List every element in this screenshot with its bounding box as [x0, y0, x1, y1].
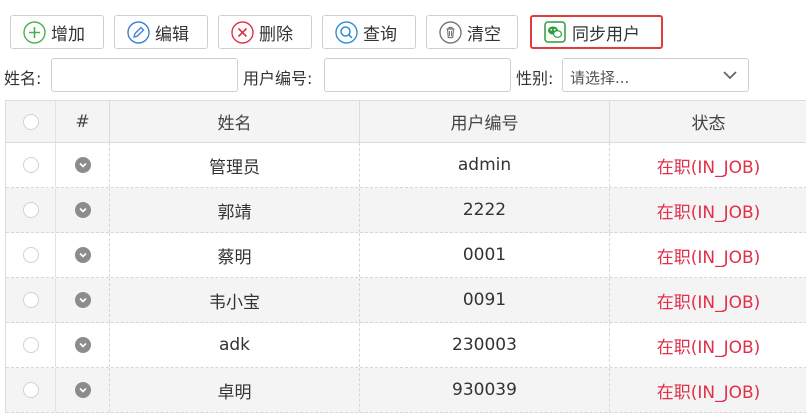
row-code: 0001: [360, 233, 610, 277]
row-select-radio[interactable]: [22, 292, 39, 308]
row-name: 韦小宝: [110, 278, 360, 322]
x-circle-icon: [230, 20, 255, 45]
row-code: 930039: [360, 368, 610, 412]
delete-button-label: 删除: [259, 24, 293, 45]
row-select-cell[interactable]: [6, 278, 56, 322]
grid-header-row: # 姓名 用户编号 状态: [6, 101, 806, 143]
chevron-down-circle-icon[interactable]: [74, 292, 91, 308]
pencil-circle-icon: [126, 20, 151, 45]
row-expand-cell[interactable]: [56, 368, 110, 412]
sync-users-button[interactable]: 同步用户: [530, 15, 663, 49]
magnifier-circle-icon: [334, 20, 359, 45]
row-select-cell[interactable]: [6, 188, 56, 232]
plus-circle-icon: [22, 20, 47, 45]
edit-button-label: 编辑: [155, 24, 189, 45]
query-button-label: 查询: [363, 24, 397, 45]
row-status: 在职(IN_JOB): [656, 247, 761, 268]
chevron-down-icon: [720, 65, 740, 89]
header-status[interactable]: 状态: [610, 101, 806, 142]
row-select-cell[interactable]: [6, 323, 56, 367]
toolbar: 增加 编辑 删除 查询 清空 同步用户: [0, 0, 806, 56]
code-filter-label: 用户编号:: [243, 69, 313, 88]
header-code[interactable]: 用户编号: [360, 101, 610, 142]
row-name: 卓明: [110, 368, 360, 412]
add-button-label: 增加: [51, 24, 85, 45]
chevron-down-circle-icon[interactable]: [74, 247, 91, 263]
clear-button[interactable]: 清空: [426, 15, 518, 49]
filter-bar: 姓名: 用户编号: 性别: 请选择...: [0, 57, 806, 93]
chevron-down-circle-icon[interactable]: [74, 382, 91, 398]
query-button[interactable]: 查询: [322, 15, 416, 49]
row-name: 蔡明: [110, 233, 360, 277]
name-filter-label: 姓名:: [4, 69, 42, 88]
table-row[interactable]: 蔡明 0001 在职(IN_JOB): [6, 233, 806, 278]
table-row[interactable]: 管理员 admin 在职(IN_JOB): [6, 143, 806, 188]
code-filter-input[interactable]: [324, 58, 511, 92]
header-name[interactable]: 姓名: [110, 101, 360, 142]
chevron-down-circle-icon[interactable]: [74, 202, 91, 218]
row-expand-cell[interactable]: [56, 323, 110, 367]
row-select-radio[interactable]: [22, 337, 39, 353]
row-status: 在职(IN_JOB): [656, 337, 761, 358]
header-select-all[interactable]: [6, 101, 56, 142]
row-name: 管理员: [110, 143, 360, 187]
row-select-cell[interactable]: [6, 233, 56, 277]
row-expand-cell[interactable]: [56, 278, 110, 322]
row-expand-cell[interactable]: [56, 233, 110, 277]
clear-button-label: 清空: [467, 24, 501, 45]
row-select-radio[interactable]: [22, 202, 39, 218]
row-name: 郭靖: [110, 188, 360, 232]
sync-users-button-label: 同步用户: [572, 24, 640, 45]
table-row[interactable]: 郭靖 2222 在职(IN_JOB): [6, 188, 806, 233]
row-select-radio[interactable]: [22, 382, 39, 398]
row-name: adk: [110, 323, 360, 367]
row-code: 2222: [360, 188, 610, 232]
chevron-down-circle-icon[interactable]: [74, 337, 91, 353]
add-button[interactable]: 增加: [10, 15, 104, 49]
row-code: admin: [360, 143, 610, 187]
header-index: #: [56, 101, 110, 142]
table-row[interactable]: adk 230003 在职(IN_JOB): [6, 323, 806, 368]
name-filter-input[interactable]: [51, 58, 238, 92]
table-row[interactable]: 韦小宝 0091 在职(IN_JOB): [6, 278, 806, 323]
gender-select-value: 请选择...: [570, 69, 630, 87]
row-select-radio[interactable]: [22, 247, 39, 263]
wechat-icon: [544, 21, 566, 43]
row-select-cell[interactable]: [6, 143, 56, 187]
row-select-cell[interactable]: [6, 368, 56, 412]
row-expand-cell[interactable]: [56, 188, 110, 232]
gender-select[interactable]: 请选择...: [562, 58, 749, 92]
row-status: 在职(IN_JOB): [656, 382, 761, 403]
select-all-radio[interactable]: [22, 113, 39, 130]
row-expand-cell[interactable]: [56, 143, 110, 187]
row-status: 在职(IN_JOB): [656, 202, 761, 223]
trash-circle-icon: [438, 20, 463, 45]
row-status: 在职(IN_JOB): [656, 292, 761, 313]
row-code: 230003: [360, 323, 610, 367]
row-status: 在职(IN_JOB): [656, 157, 761, 178]
chevron-down-circle-icon[interactable]: [74, 157, 91, 173]
table-row[interactable]: 卓明 930039 在职(IN_JOB): [6, 368, 806, 413]
user-grid: # 姓名 用户编号 状态 管理员 admin 在职(IN_JOB) 郭靖 2222 在职(…: [5, 100, 806, 413]
gender-filter-label: 性别:: [516, 69, 554, 88]
row-select-radio[interactable]: [22, 157, 39, 173]
row-code: 0091: [360, 278, 610, 322]
edit-button[interactable]: 编辑: [114, 15, 208, 49]
delete-button[interactable]: 删除: [218, 15, 312, 49]
